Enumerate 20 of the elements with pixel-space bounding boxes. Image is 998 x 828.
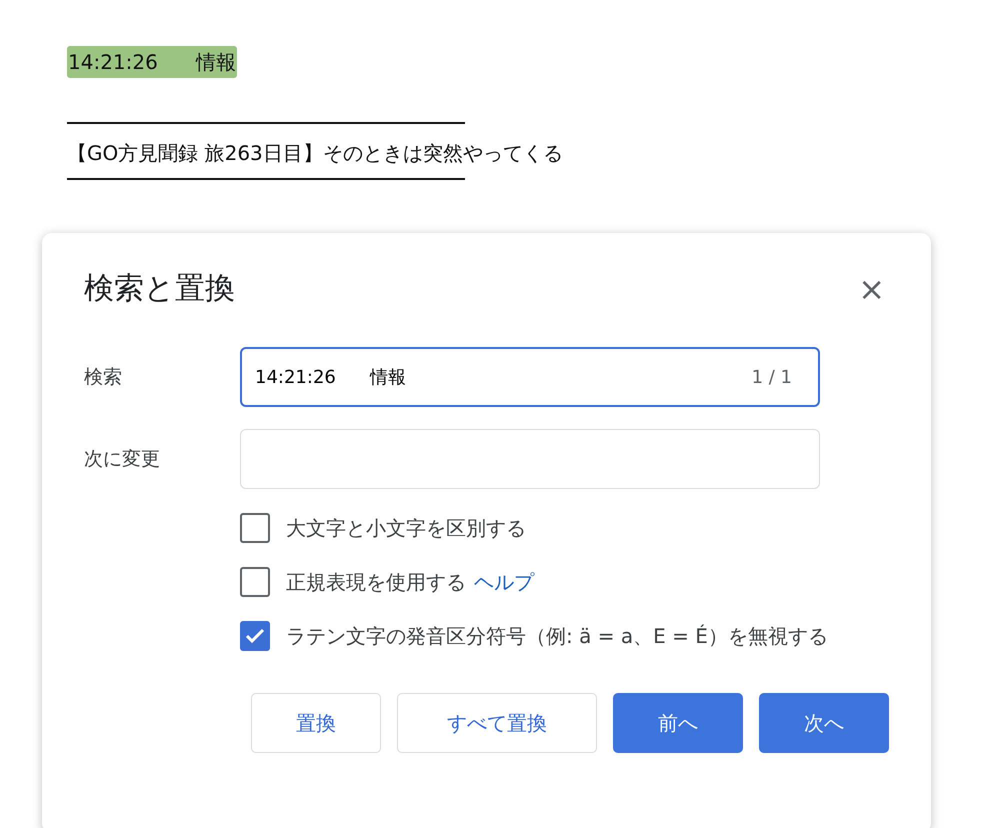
field-label: 検索 xyxy=(84,364,123,390)
document-heading: 【GO方見聞録 旅263日目】そのときは突然やってくる xyxy=(67,140,563,167)
checkbox[interactable] xyxy=(240,513,270,543)
help-link[interactable]: ヘルプ xyxy=(474,567,534,597)
field-label: 次に変更 xyxy=(84,446,161,472)
option-label: 正規表現を使用する xyxy=(286,569,466,596)
nav-button[interactable]: 次へ xyxy=(759,693,889,753)
match-count: 1 / 1 xyxy=(752,366,792,390)
checkbox[interactable] xyxy=(240,567,270,597)
nav-button[interactable]: 前へ xyxy=(613,693,743,753)
check-icon xyxy=(245,628,265,644)
close-button[interactable]: × xyxy=(854,273,889,305)
checkbox[interactable] xyxy=(240,621,270,651)
dialog-title: 検索と置換 xyxy=(84,271,235,307)
replace-button[interactable]: すべて置換 xyxy=(397,693,597,753)
highlighted-text: 14:21:26 情報 xyxy=(67,46,237,78)
replace-button[interactable]: 置換 xyxy=(251,693,381,753)
replace-field[interactable] xyxy=(240,429,820,489)
option-label: 大文字と小文字を区別する xyxy=(286,515,526,542)
option-label: ラテン文字の発音区分符号（例: ä = a、E = É）を無視する xyxy=(286,623,828,650)
